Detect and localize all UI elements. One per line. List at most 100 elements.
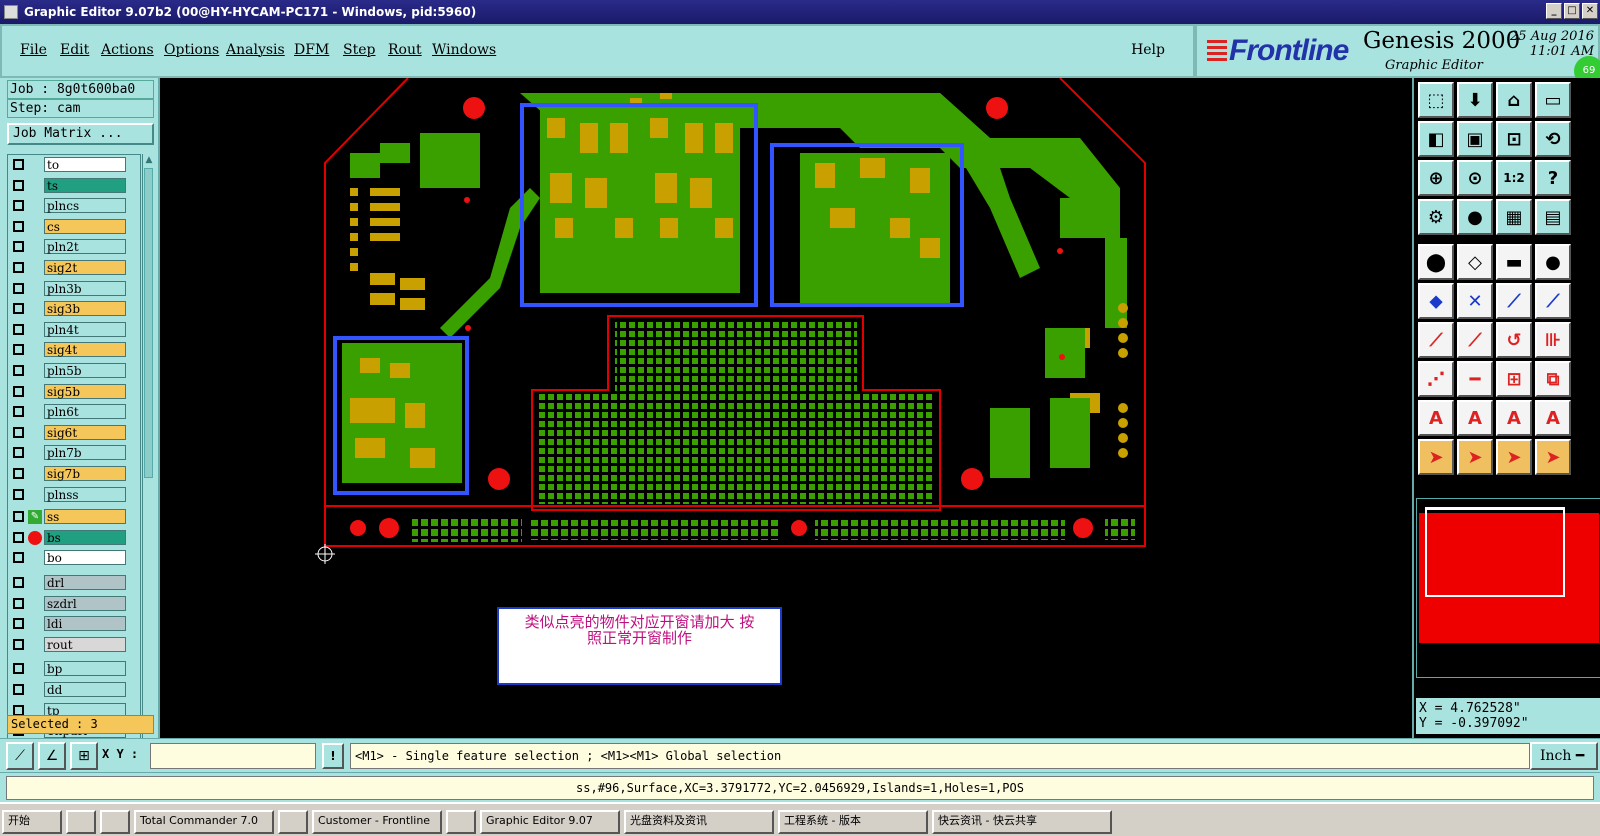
layer-name[interactable]: pln7b bbox=[44, 445, 126, 461]
layer-name[interactable]: sig7b bbox=[44, 466, 126, 481]
select-box-icon[interactable]: ◇ bbox=[1457, 244, 1493, 280]
layer-checkbox[interactable] bbox=[13, 552, 24, 564]
layer-name[interactable]: pln2t bbox=[44, 239, 126, 255]
layer-row-sig7b[interactable]: sig7b bbox=[8, 466, 140, 482]
layer-row-sig3b[interactable]: sig3b bbox=[8, 301, 140, 317]
layer-name[interactable]: sig3b bbox=[44, 301, 126, 317]
taskbar-item[interactable] bbox=[66, 810, 96, 834]
layer-row-dd[interactable]: dd bbox=[8, 682, 140, 698]
taskbar-item[interactable]: Graphic Editor 9.07 bbox=[480, 810, 620, 834]
layer-name[interactable]: cs bbox=[44, 218, 126, 234]
menu-edit[interactable]: Edit bbox=[60, 42, 89, 58]
close-button[interactable]: ✕ bbox=[1582, 3, 1598, 19]
pointer-icon[interactable]: ➤ bbox=[1418, 439, 1454, 475]
layer-name[interactable]: plnss bbox=[44, 486, 126, 502]
menu-rout[interactable]: Rout bbox=[388, 42, 422, 58]
pcb-drawing[interactable] bbox=[160, 78, 1412, 738]
layer-checkbox[interactable] bbox=[13, 159, 24, 170]
record-icon[interactable]: ⬤ bbox=[1418, 244, 1454, 280]
layer-row-pln2t[interactable]: pln2t bbox=[8, 239, 140, 255]
layer-checkbox[interactable] bbox=[13, 618, 24, 630]
layer-row-ts[interactable]: ts bbox=[8, 177, 140, 194]
add-line-icon[interactable]: ⟋ bbox=[1418, 322, 1454, 358]
layer-name[interactable]: dd bbox=[44, 682, 126, 697]
layer-row-plnss[interactable]: plnss bbox=[8, 486, 140, 503]
layer-name[interactable]: sig4t bbox=[44, 342, 126, 358]
layer-checkbox[interactable] bbox=[13, 663, 24, 675]
layer-row-ldi[interactable]: ldi bbox=[8, 616, 140, 632]
pointer4-icon[interactable]: ➤ bbox=[1535, 439, 1571, 475]
layer-name[interactable]: pln5b bbox=[44, 363, 126, 378]
zoom-next-icon[interactable]: ▣ bbox=[1457, 121, 1493, 157]
layer-row-drl[interactable]: drl bbox=[8, 575, 140, 591]
layer-checkbox[interactable] bbox=[13, 684, 24, 695]
x-cross-icon[interactable]: ✕ bbox=[1457, 283, 1493, 319]
split-icon[interactable]: ⊪ bbox=[1535, 322, 1571, 358]
menu-options[interactable]: Options bbox=[164, 42, 219, 58]
layer-row-to[interactable]: to bbox=[8, 157, 140, 173]
undo-arc-icon[interactable]: ↺ bbox=[1496, 322, 1532, 358]
layer-row-pln5b[interactable]: pln5b bbox=[8, 363, 140, 379]
layer-name[interactable]: pln3b bbox=[44, 280, 126, 296]
layer-checkbox[interactable] bbox=[13, 241, 24, 253]
filter-icon[interactable]: ⚙ bbox=[1418, 199, 1454, 235]
layers-icon[interactable]: ⧉ bbox=[1535, 361, 1571, 397]
menu-step[interactable]: Step bbox=[343, 42, 375, 58]
layer-checkbox[interactable] bbox=[13, 704, 24, 716]
home-icon[interactable]: ⌂ bbox=[1496, 82, 1532, 118]
layer-checkbox[interactable] bbox=[13, 220, 24, 232]
graphic-canvas[interactable]: 类似点亮的物件对应开窗请加大 按 照正常开窗制作 bbox=[160, 78, 1412, 738]
menu-file[interactable]: File bbox=[20, 42, 47, 58]
layer-checkbox[interactable] bbox=[13, 638, 24, 650]
taskbar-item[interactable]: 工程系统 - 版本 bbox=[778, 810, 928, 834]
layer-name[interactable]: pln4t bbox=[44, 321, 126, 337]
layer-checkbox[interactable] bbox=[13, 426, 24, 438]
layer-checkbox[interactable] bbox=[13, 447, 24, 459]
layer-name[interactable]: rout bbox=[44, 636, 126, 652]
layer-name[interactable]: bs bbox=[44, 529, 126, 545]
minus-icon[interactable]: ━ bbox=[1457, 361, 1493, 397]
layer-name[interactable]: ldi bbox=[44, 616, 126, 632]
measure2-icon[interactable]: ▤ bbox=[1535, 199, 1571, 235]
units-dropdown[interactable]: Inch ━ bbox=[1530, 742, 1598, 770]
text-icon[interactable]: A bbox=[1418, 400, 1454, 436]
maximize-button[interactable]: □ bbox=[1564, 3, 1580, 19]
layer-row-sig2t[interactable]: sig2t bbox=[8, 260, 140, 276]
menu-windows[interactable]: Windows bbox=[432, 42, 496, 58]
snap-icon[interactable]: ⟲ bbox=[1535, 121, 1571, 157]
pointer2-icon[interactable]: ➤ bbox=[1457, 439, 1493, 475]
layer-checkbox[interactable] bbox=[13, 303, 24, 315]
layer-name[interactable]: to bbox=[44, 157, 126, 172]
layer-row-pln3b[interactable]: pln3b bbox=[8, 280, 140, 297]
layer-name[interactable]: sig6t bbox=[44, 424, 126, 440]
layer-scrollbar[interactable]: ▲ ▼ bbox=[142, 154, 154, 790]
angle-mode-icon[interactable]: ∠ bbox=[38, 742, 66, 770]
layer-name[interactable]: sig2t bbox=[44, 260, 126, 275]
help-icon[interactable]: ? bbox=[1535, 160, 1571, 196]
start-button[interactable]: 开始 bbox=[2, 810, 62, 834]
taskbar-item[interactable]: Customer - Frontline bbox=[312, 810, 442, 834]
text3-icon[interactable]: A bbox=[1496, 400, 1532, 436]
layer-checkbox[interactable] bbox=[13, 365, 24, 376]
menu-actions[interactable]: Actions bbox=[101, 42, 154, 58]
layer-row-pln7b[interactable]: pln7b bbox=[8, 445, 140, 461]
layer-checkbox[interactable] bbox=[13, 385, 24, 397]
snap-mode-icon[interactable]: ⟋ bbox=[6, 742, 34, 770]
fit-icon[interactable]: ⊡ bbox=[1496, 121, 1532, 157]
layer-name[interactable]: ss bbox=[44, 509, 126, 525]
menu-analysis[interactable]: Analysis bbox=[226, 42, 285, 58]
layer-checkbox[interactable] bbox=[13, 179, 24, 191]
job-matrix-button[interactable]: Job Matrix ... bbox=[7, 123, 154, 145]
layer-name[interactable]: ts bbox=[44, 177, 126, 193]
layer-row-bo[interactable]: bo bbox=[8, 550, 140, 566]
layer-checkbox[interactable] bbox=[13, 262, 24, 273]
layer-name[interactable]: sig5b bbox=[44, 383, 126, 399]
text4-icon[interactable]: A bbox=[1535, 400, 1571, 436]
center-icon[interactable]: ⊙ bbox=[1457, 160, 1493, 196]
taskbar-item[interactable]: Total Commander 7.0 bbox=[134, 810, 274, 834]
layer-checkbox[interactable] bbox=[13, 468, 24, 479]
taskbar-item[interactable]: 光盘资料及资讯 bbox=[624, 810, 774, 834]
layer-name[interactable]: szdrl bbox=[44, 595, 126, 611]
scroll-thumb[interactable] bbox=[144, 168, 153, 478]
move-icon[interactable]: ⋰ bbox=[1418, 361, 1454, 397]
